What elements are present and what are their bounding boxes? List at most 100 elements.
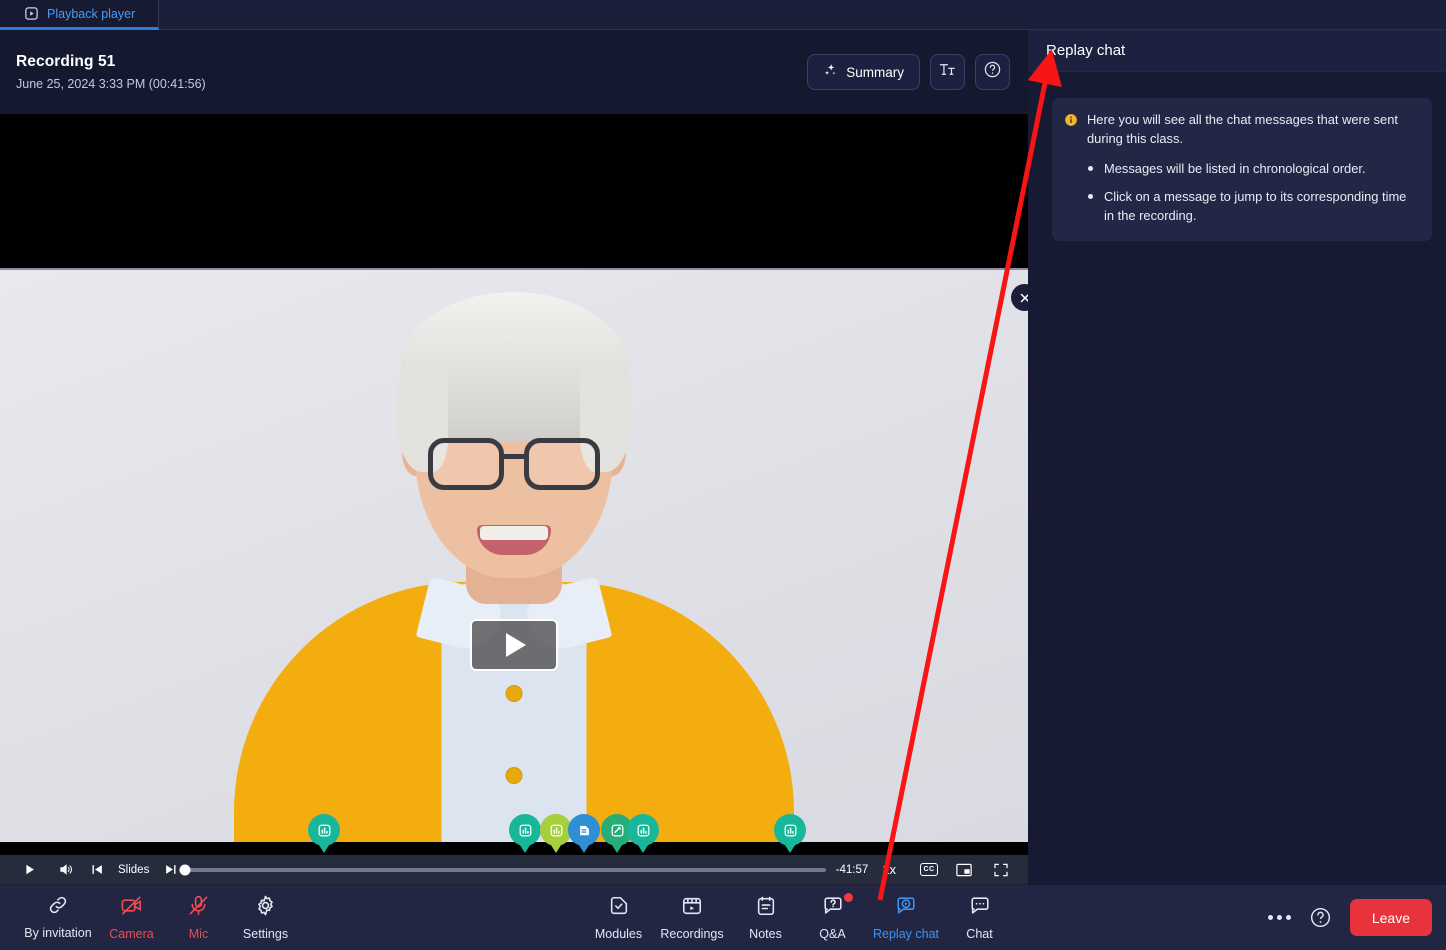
seek-handle[interactable]	[179, 864, 191, 875]
toolbar-item-label: By invitation	[24, 926, 92, 940]
remaining-time: -41:57	[835, 863, 869, 876]
toolbar-right-group: Leave	[1267, 899, 1432, 936]
recordings-icon	[681, 895, 703, 922]
video-frame[interactable]	[0, 268, 1028, 842]
previous-slide-button[interactable]	[84, 855, 110, 885]
info-card: Here you will see all the chat messages …	[1052, 98, 1432, 241]
person-glasses-left	[428, 438, 504, 490]
qa-icon	[822, 895, 844, 922]
play-badge-icon	[24, 6, 39, 21]
timeline-marker[interactable]	[774, 814, 806, 854]
poll-icon	[308, 814, 340, 846]
panel-body: Here you will see all the chat messages …	[1028, 72, 1446, 241]
toolbar-item-replay-chat[interactable]: Replay chat	[866, 895, 946, 941]
panel-header: Replay chat	[1028, 30, 1446, 72]
gear-icon	[254, 894, 277, 922]
video-stage[interactable]	[0, 114, 1028, 855]
person-glasses-bridge	[502, 454, 526, 459]
tab-strip: Playback player	[0, 0, 1446, 30]
recording-meta: Recording 51 June 25, 2024 3:33 PM (00:4…	[16, 53, 206, 91]
toolbar-left-group: By invitation Camera Mic Settings	[0, 894, 299, 941]
toolbar-center-group: Modules Recordings Notes Q&A Replay chat Chat	[585, 892, 1013, 941]
sparkles-icon	[823, 63, 838, 81]
toolbar-item-mic[interactable]: Mic	[165, 894, 232, 941]
info-bullet-list: Messages will be listed in chronological…	[1088, 160, 1418, 225]
toolbar-item-chat[interactable]: Chat	[946, 895, 1013, 941]
toolbar-item-recordings[interactable]: Recordings	[652, 895, 732, 941]
notes-icon	[755, 895, 777, 922]
timeline-marker[interactable]	[308, 814, 340, 854]
fullscreen-button[interactable]	[984, 855, 1018, 885]
info-intro-text: Here you will see all the chat messages …	[1087, 112, 1398, 146]
replay-chat-icon	[895, 895, 917, 922]
header-actions: Summary	[807, 54, 1010, 90]
panel-title: Replay chat	[1046, 42, 1126, 59]
toolbar-item-label: Camera	[109, 927, 154, 941]
help-button[interactable]	[975, 54, 1010, 90]
play-button[interactable]	[10, 855, 48, 885]
document-icon	[568, 814, 600, 846]
question-circle-icon	[983, 60, 1002, 84]
timeline-marker[interactable]	[509, 814, 541, 854]
play-icon	[506, 633, 526, 657]
timeline-marker[interactable]	[627, 814, 659, 854]
volume-button[interactable]	[48, 855, 84, 885]
tab-label: Playback player	[47, 6, 136, 21]
slides-label[interactable]: Slides	[118, 864, 149, 876]
player-control-bar: Slides -41:57 1x CC	[0, 855, 1028, 885]
toolbar-item-label: Recordings	[660, 926, 724, 941]
toolbar-item-label: Replay chat	[872, 926, 939, 941]
poll-icon	[509, 814, 541, 846]
toolbar-item-by-invitation[interactable]: By invitation	[18, 894, 98, 940]
text-format-icon	[938, 60, 957, 84]
timeline-markers	[0, 814, 1028, 855]
info-icon	[1064, 113, 1078, 148]
chat-icon	[969, 895, 991, 922]
letterbox-top	[0, 114, 1028, 268]
info-bullet: Click on a message to jump to its corres…	[1088, 188, 1418, 225]
toolbar-item-notes[interactable]: Notes	[732, 895, 799, 941]
recording-header: Recording 51 June 25, 2024 3:33 PM (00:4…	[0, 30, 1028, 114]
camera-off-icon	[120, 894, 143, 922]
toolbar-item-label: Settings	[242, 927, 289, 941]
cardigan-button	[505, 767, 523, 784]
link-icon	[47, 894, 69, 921]
modules-icon	[608, 895, 630, 922]
toolbar-item-label: Notes	[749, 926, 782, 941]
toolbar-item-label: Mic	[188, 927, 209, 941]
seek-bar[interactable]	[179, 855, 831, 885]
info-bullet: Messages will be listed in chronological…	[1088, 160, 1418, 179]
play-overlay-button[interactable]	[470, 619, 558, 671]
tab-playback-player[interactable]: Playback player	[0, 0, 159, 30]
toolbar-item-camera[interactable]: Camera	[98, 894, 165, 941]
summary-button-label: Summary	[846, 64, 904, 80]
playback-player-window: Playback player Recording 51 June 25, 20…	[0, 0, 1446, 950]
person-teeth	[480, 526, 548, 540]
toolbar-item-modules[interactable]: Modules	[585, 895, 652, 941]
transcript-button[interactable]	[930, 54, 965, 90]
closed-captions-button[interactable]: CC	[914, 855, 944, 885]
page-title: Recording 51	[16, 53, 116, 70]
bottom-toolbar: By invitation Camera Mic Settings Modules Re…	[0, 885, 1446, 950]
toolbar-item-label: Chat	[966, 926, 993, 941]
timeline-marker[interactable]	[568, 814, 600, 854]
playback-speed-button[interactable]: 1x	[882, 862, 896, 877]
toolbar-item-label: Q&A	[819, 926, 846, 941]
more-options-icon[interactable]	[1267, 915, 1291, 920]
replay-chat-panel: Replay chat Here you will see all the ch…	[1028, 30, 1446, 885]
info-intro-row: Here you will see all the chat messages …	[1064, 111, 1418, 148]
help-button-toolbar[interactable]	[1309, 906, 1332, 929]
poll-icon	[774, 814, 806, 846]
recording-datetime: June 25, 2024 3:33 PM (00:41:56)	[16, 77, 206, 91]
notification-badge	[844, 892, 853, 902]
toolbar-item-label: Modules	[594, 926, 643, 941]
picture-in-picture-button[interactable]	[944, 855, 984, 885]
summary-button[interactable]: Summary	[807, 54, 920, 90]
poll-icon	[627, 814, 659, 846]
leave-button[interactable]: Leave	[1349, 899, 1432, 936]
mic-off-icon	[187, 894, 210, 922]
cc-icon: CC	[920, 863, 938, 876]
toolbar-item-q-a[interactable]: Q&A	[799, 892, 866, 941]
toolbar-item-settings[interactable]: Settings	[232, 894, 299, 941]
seek-track[interactable]	[179, 864, 826, 875]
